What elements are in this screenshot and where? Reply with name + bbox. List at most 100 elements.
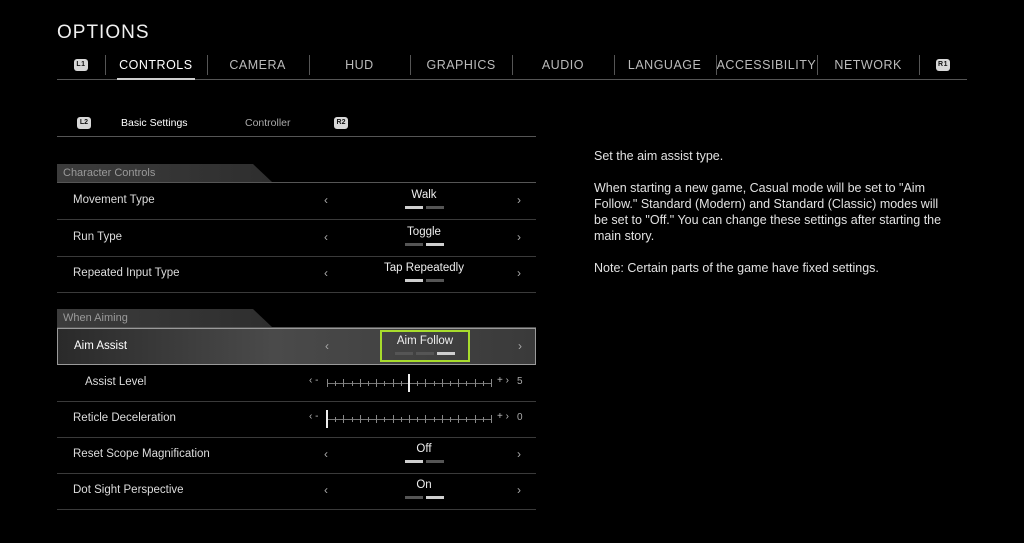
slider-tick [351,381,353,386]
description-detail: When starting a new game, Casual mode wi… [594,181,942,243]
setting-reticle-deceleration[interactable]: Reticle Deceleration ‹ - + › 0 [57,401,536,438]
slider-tick [359,379,361,387]
slider-tick [458,415,460,423]
slider-tick [392,415,394,423]
description-summary: Set the aim assist type. [594,149,724,163]
section-when-aiming: When Aiming [57,309,536,328]
slider-tick [327,379,328,387]
left-arrow-icon[interactable]: ‹ [325,339,329,353]
slider-tick [335,381,337,386]
option-indicator [349,243,499,246]
slider-tick [458,379,460,387]
setting-value: Tap Repeatedly [349,260,499,282]
slider-tick [474,415,476,423]
setting-label: Dot Sight Perspective [73,484,184,496]
setting-label: Aim Assist [74,340,128,352]
setting-label: Reset Scope Magnification [73,448,210,460]
slider-tick [425,379,427,387]
setting-label: Movement Type [73,194,155,206]
page-title: OPTIONS [57,22,150,43]
left-arrow-icon[interactable]: ‹ [324,193,328,207]
r1-button-icon: R1 [936,59,950,72]
setting-assist-level[interactable]: Assist Level ‹ - + › 5 [57,365,536,402]
setting-value: On [349,477,499,499]
slider-tick [466,381,468,386]
slider-tick [417,417,419,422]
slider-tick [368,417,369,422]
tab-hud[interactable]: HUD [308,51,411,79]
left-arrow-icon[interactable]: ‹ [324,230,328,244]
right-arrow-icon[interactable]: › [517,193,521,207]
option-indicator [349,206,499,209]
slider-value: 0 [517,412,523,423]
slider-tick [450,381,451,386]
setting-label: Assist Level [85,376,147,388]
slider-tick [409,415,410,423]
tab-next-button[interactable]: R1 [919,51,967,79]
slider-thumb[interactable] [326,410,328,428]
slider-tick [425,415,427,423]
decrease-icon[interactable]: ‹ - [309,411,318,422]
r2-button-icon[interactable]: R2 [334,117,348,129]
slider-tick [376,415,378,423]
right-arrow-icon[interactable]: › [517,447,521,461]
description-note: Note: Certain parts of the game have fix… [594,261,879,275]
tab-audio[interactable]: AUDIO [512,51,614,79]
setting-aim-assist[interactable]: Aim Assist ‹ Aim Follow › [57,328,536,365]
right-arrow-icon[interactable]: › [517,230,521,244]
section-title: Character Controls [57,164,272,182]
left-arrow-icon[interactable]: ‹ [324,447,328,461]
slider-tick [450,417,451,422]
slider-tick [433,381,435,386]
tab-camera[interactable]: CAMERA [206,51,309,79]
right-arrow-icon[interactable]: › [517,266,521,280]
slider-tick [392,379,394,387]
setting-run-type[interactable]: Run Type ‹ Toggle › [57,220,536,257]
setting-value: Walk [349,187,499,209]
setting-label: Repeated Input Type [73,267,180,279]
setting-label: Reticle Deceleration [73,412,176,424]
slider-tick [441,415,443,423]
slider-tick [474,379,476,387]
slider-tick [384,381,386,386]
sub-tab-bar: L2 Basic Settings Controller R2 [57,111,536,137]
top-tab-bar: L1 CONTROLS CAMERA HUD GRAPHICS AUDIO LA… [57,50,967,80]
increase-icon[interactable]: + › [497,411,509,422]
tab-prev-button[interactable]: L1 [57,51,105,79]
tab-graphics[interactable]: GRAPHICS [410,51,512,79]
option-indicator [349,279,499,282]
slider-tick [482,381,484,386]
decrease-icon[interactable]: ‹ - [309,375,318,386]
slider-tick [335,417,337,422]
slider-value: 5 [517,376,523,387]
assist-level-slider[interactable]: ‹ - + › [309,374,509,392]
slider-tick [466,417,468,422]
slider-tick [351,417,353,422]
setting-reset-scope-magnification[interactable]: Reset Scope Magnification ‹ Off › [57,437,536,474]
slider-tick [368,381,369,386]
slider-tick [417,381,419,386]
setting-value: Toggle [349,224,499,246]
increase-icon[interactable]: + › [497,375,509,386]
reticle-deceleration-slider[interactable]: ‹ - + › [309,410,509,428]
slider-tick [400,381,402,386]
subtab-controller[interactable]: Controller [245,117,291,129]
slider-tick [441,379,443,387]
setting-repeated-input-type[interactable]: Repeated Input Type ‹ Tap Repeatedly › [57,256,536,293]
subtab-basic-settings[interactable]: Basic Settings [121,117,188,129]
tab-controls[interactable]: CONTROLS [105,51,207,80]
left-arrow-icon[interactable]: ‹ [324,266,328,280]
left-arrow-icon[interactable]: ‹ [324,483,328,497]
tab-language[interactable]: LANGUAGE [613,51,716,79]
slider-tick [491,415,492,423]
right-arrow-icon[interactable]: › [517,483,521,497]
l2-button-icon[interactable]: L2 [77,117,91,129]
tab-accessibility[interactable]: ACCESSIBILITY [715,51,818,79]
tab-network[interactable]: NETWORK [817,51,919,79]
setting-dot-sight-perspective[interactable]: Dot Sight Perspective ‹ On › [57,473,536,510]
slider-thumb[interactable] [408,374,410,392]
slider-tick [482,417,484,422]
right-arrow-icon[interactable]: › [518,339,522,353]
setting-movement-type[interactable]: Movement Type ‹ Walk › [57,183,536,220]
slider-tick [491,379,492,387]
